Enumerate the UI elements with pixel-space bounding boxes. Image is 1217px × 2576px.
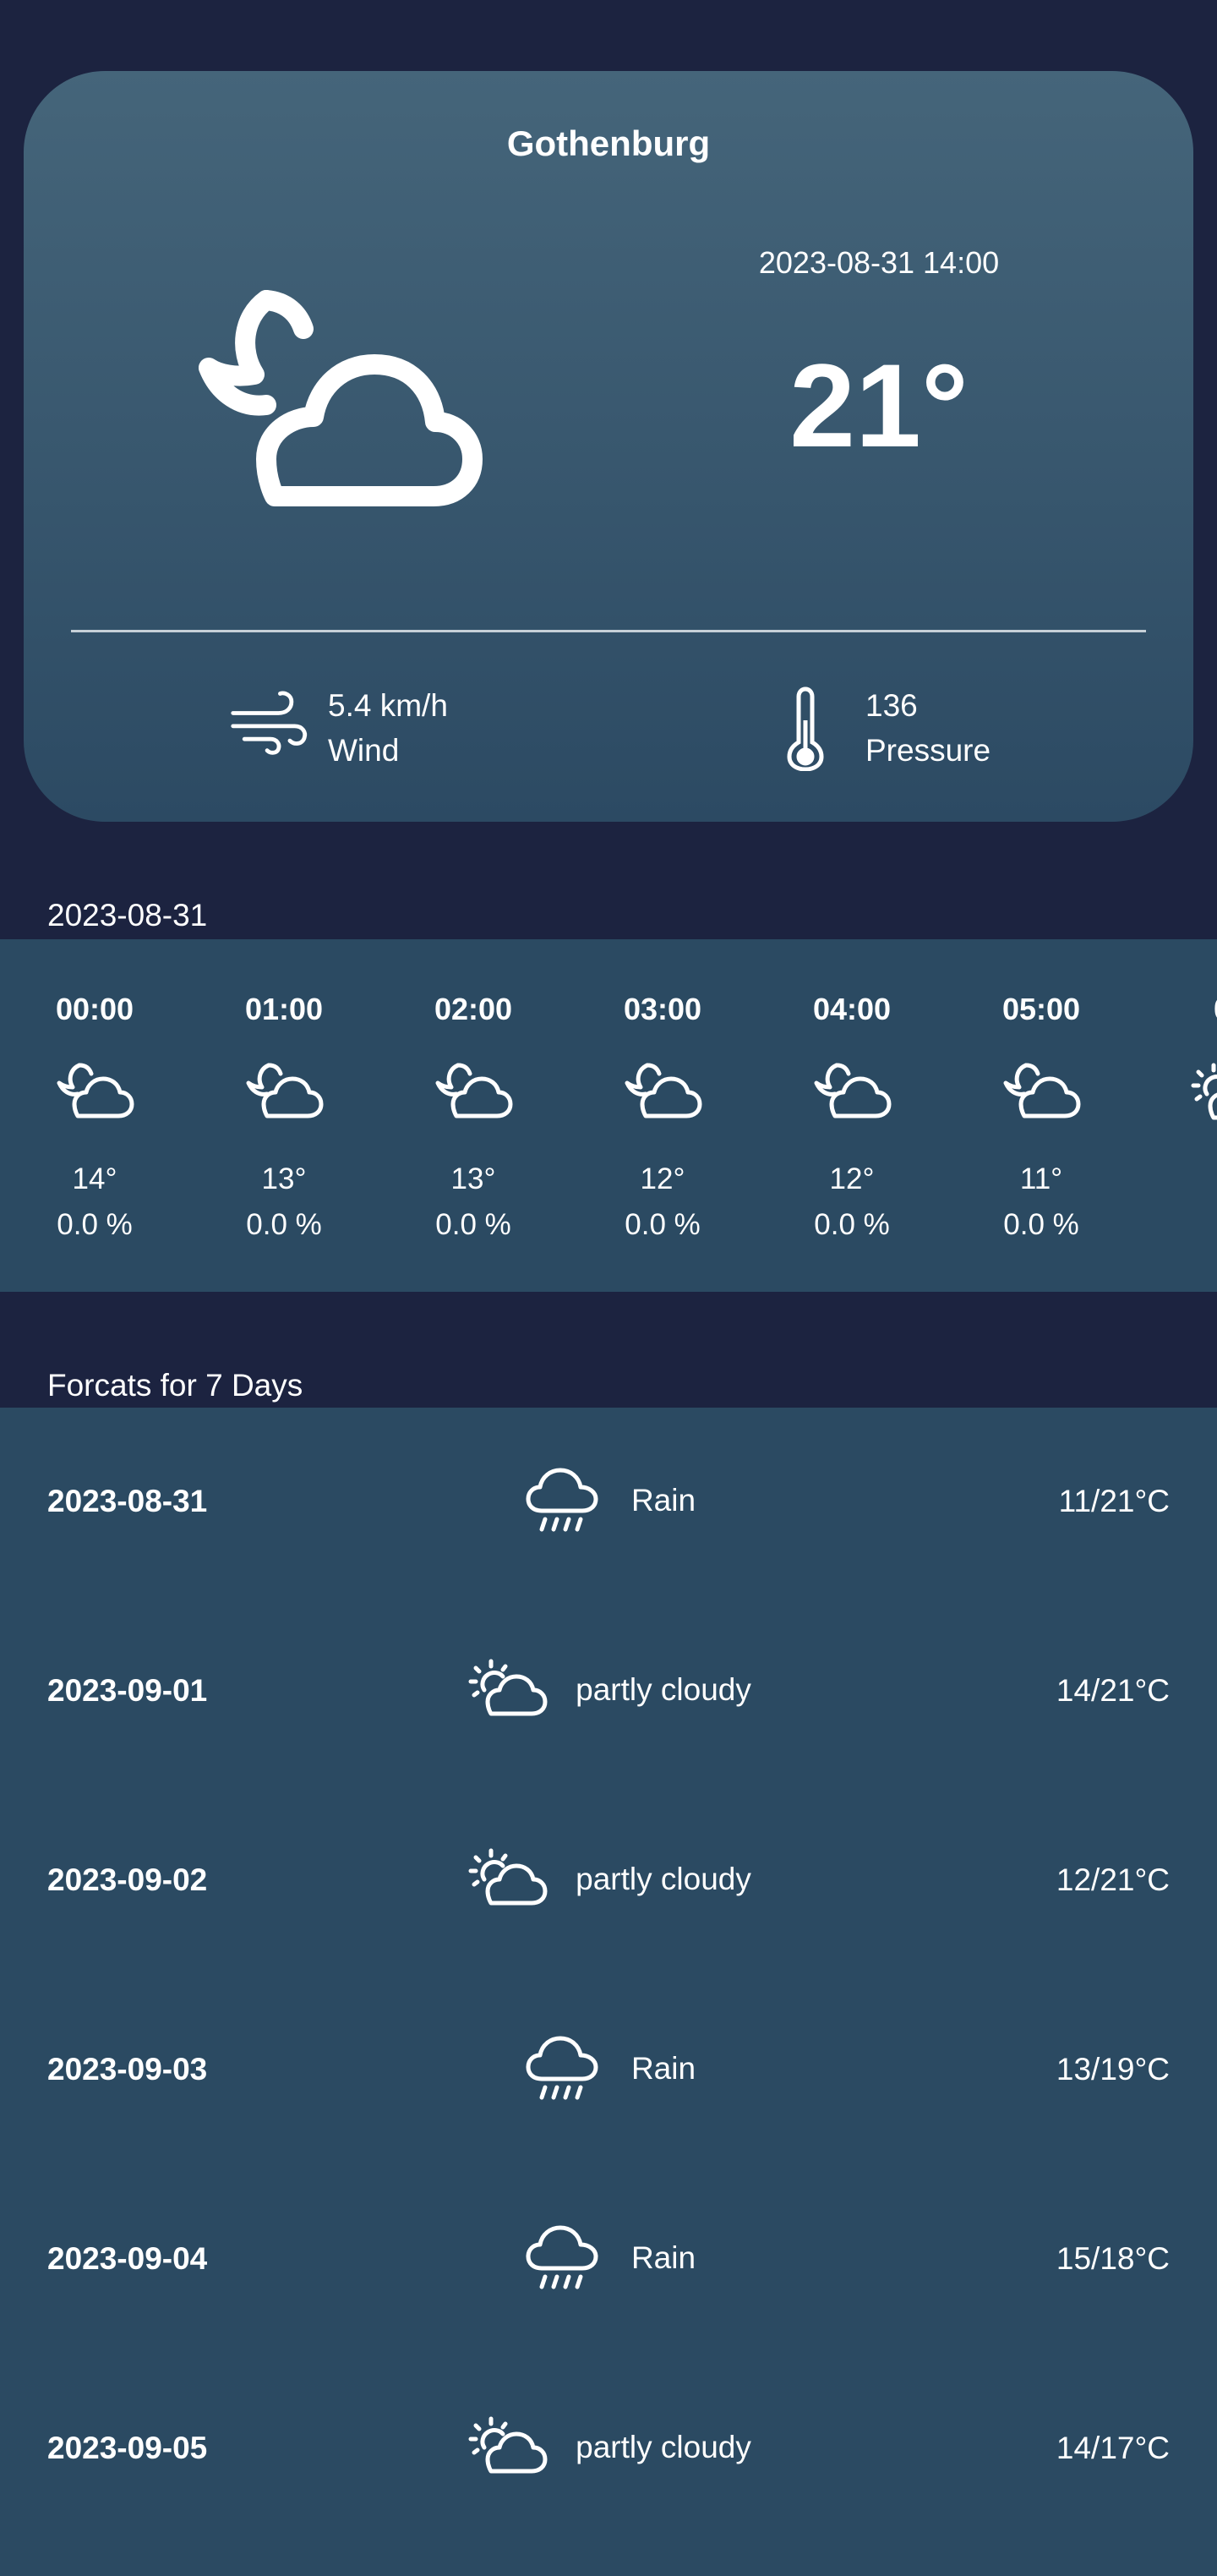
wind-label: Wind (328, 733, 400, 768)
partly-cloudy-day-icon (468, 2416, 548, 2474)
hourly-item: 01:00 13° 0.0 % (199, 939, 368, 1292)
hourly-item: 00:00 14° 0.0 % (10, 939, 179, 1292)
daily-condition-label: Rain (630, 2240, 696, 2275)
hourly-rain-chance: 0. (1146, 1208, 1217, 1242)
daily-temp-range: 13/19°C (1056, 2052, 1170, 2087)
daily-temp-range: 14/21°C (1056, 1673, 1170, 1708)
partly-cloudy-night-icon (246, 1063, 324, 1118)
hourly-time: 05:00 (1001, 992, 1081, 1026)
hourly-time: 03:00 (623, 992, 702, 1026)
daily-condition: Rain (0, 1458, 1217, 1543)
hourly-time: 02:00 (434, 992, 513, 1026)
hourly-time: 06 (1146, 992, 1217, 1027)
hourly-item: 03:00 12° 0.0 % (578, 939, 747, 1292)
partly-cloudy-night-icon (57, 1063, 134, 1118)
daily-condition: Rain (0, 2216, 1217, 2300)
hourly-time: 00:00 (55, 992, 134, 1026)
hourly-rain-chance: 0.0 % (435, 1208, 511, 1241)
daily-temp-range: 14/17°C (1056, 2431, 1170, 2465)
daily-condition: Rain (0, 2026, 1217, 2111)
hourly-rain-chance: 0.0 % (625, 1208, 701, 1241)
wind-value: 5.4 km/h (328, 688, 448, 723)
pressure-stat: 136 Pressure (865, 683, 991, 773)
partly-cloudy-night-icon (625, 1063, 702, 1118)
hourly-temp: 12° (829, 1162, 875, 1195)
daily-forecast-title: Forcats for 7 Days (47, 1368, 303, 1403)
daily-condition-label: partly cloudy (576, 2430, 751, 2464)
pressure-label: Pressure (865, 733, 991, 768)
partly-cloudy-day-icon (1191, 1063, 1217, 1120)
daily-temp-range: 15/18°C (1056, 2241, 1170, 2276)
daily-temp-range: 12/21°C (1056, 1862, 1170, 1897)
pressure-value: 136 (865, 688, 918, 723)
rain-icon (526, 1468, 598, 1532)
hourly-date-label: 2023-08-31 (47, 898, 208, 933)
daily-condition: partly cloudy (0, 1837, 1217, 1922)
hourly-item: 06 1 0. (1146, 939, 1217, 1292)
partly-cloudy-night-icon (814, 1063, 892, 1118)
daily-row[interactable]: 2023-09-03 Rain 13/19°C (0, 1976, 1217, 2165)
partly-cloudy-night-icon (199, 283, 486, 520)
city-name: Gothenburg (506, 123, 711, 163)
daily-row[interactable]: 2023-09-05 partly cloudy 14/17°C (0, 2354, 1217, 2544)
hourly-time: 01:00 (244, 992, 324, 1026)
hourly-temp: 14° (72, 1162, 117, 1195)
hourly-temp: 1 (1146, 1162, 1217, 1196)
daily-condition-label: partly cloudy (576, 1862, 751, 1896)
daily-condition-label: Rain (630, 1483, 696, 1518)
wind-icon (228, 689, 309, 761)
hourly-item: 02:00 13° 0.0 % (389, 939, 558, 1292)
hourly-item: 05:00 11° 0.0 % (957, 939, 1126, 1292)
daily-forecast-list[interactable]: 2023-08-31 Rain 11/21°C 2023-09-01 partly … (0, 1408, 1217, 2576)
card-divider (71, 630, 1146, 632)
daily-condition: partly cloudy (0, 1648, 1217, 1732)
partly-cloudy-night-icon (1003, 1063, 1081, 1118)
daily-condition-label: Rain (630, 2051, 696, 2086)
hourly-rain-chance: 0.0 % (814, 1208, 890, 1241)
daily-row[interactable]: 2023-09-01 partly cloudy 14/21°C (0, 1597, 1217, 1786)
thermometer-icon (784, 686, 827, 775)
daily-row[interactable]: 2023-09-02 partly cloudy 12/21°C (0, 1786, 1217, 1976)
daily-temp-range: 11/21°C (1058, 1484, 1170, 1518)
hourly-temp: 13° (450, 1162, 496, 1195)
hourly-temp: 11° (1019, 1162, 1063, 1195)
wind-stat: 5.4 km/h Wind (328, 683, 448, 773)
hourly-rain-chance: 0.0 % (57, 1208, 133, 1241)
rain-icon (526, 2225, 598, 2289)
hourly-temp: 12° (640, 1162, 685, 1195)
hourly-forecast-strip[interactable]: 00:00 14° 0.0 % 01:00 13° 0.0 % 02:00 13° 0.0… (0, 939, 1217, 1292)
current-datetime: 2023-08-31 14:00 (758, 245, 1000, 280)
hourly-rain-chance: 0.0 % (246, 1208, 322, 1241)
hourly-temp: 13° (261, 1162, 307, 1195)
partly-cloudy-day-icon (468, 1659, 548, 1716)
daily-condition: partly cloudy (0, 2405, 1217, 2490)
partly-cloudy-day-icon (468, 1848, 548, 1906)
daily-condition-label: partly cloudy (576, 1672, 751, 1707)
hourly-time: 04:00 (812, 992, 892, 1026)
hourly-item: 04:00 12° 0.0 % (767, 939, 936, 1292)
partly-cloudy-night-icon (435, 1063, 513, 1118)
daily-row[interactable]: 2023-08-31 Rain 11/21°C (0, 1408, 1217, 1597)
rain-icon (526, 2036, 598, 2100)
hourly-rain-chance: 0.0 % (1003, 1208, 1079, 1241)
current-temperature: 21° (789, 339, 969, 472)
daily-row[interactable]: 2023-09-04 Rain 15/18°C (0, 2165, 1217, 2354)
